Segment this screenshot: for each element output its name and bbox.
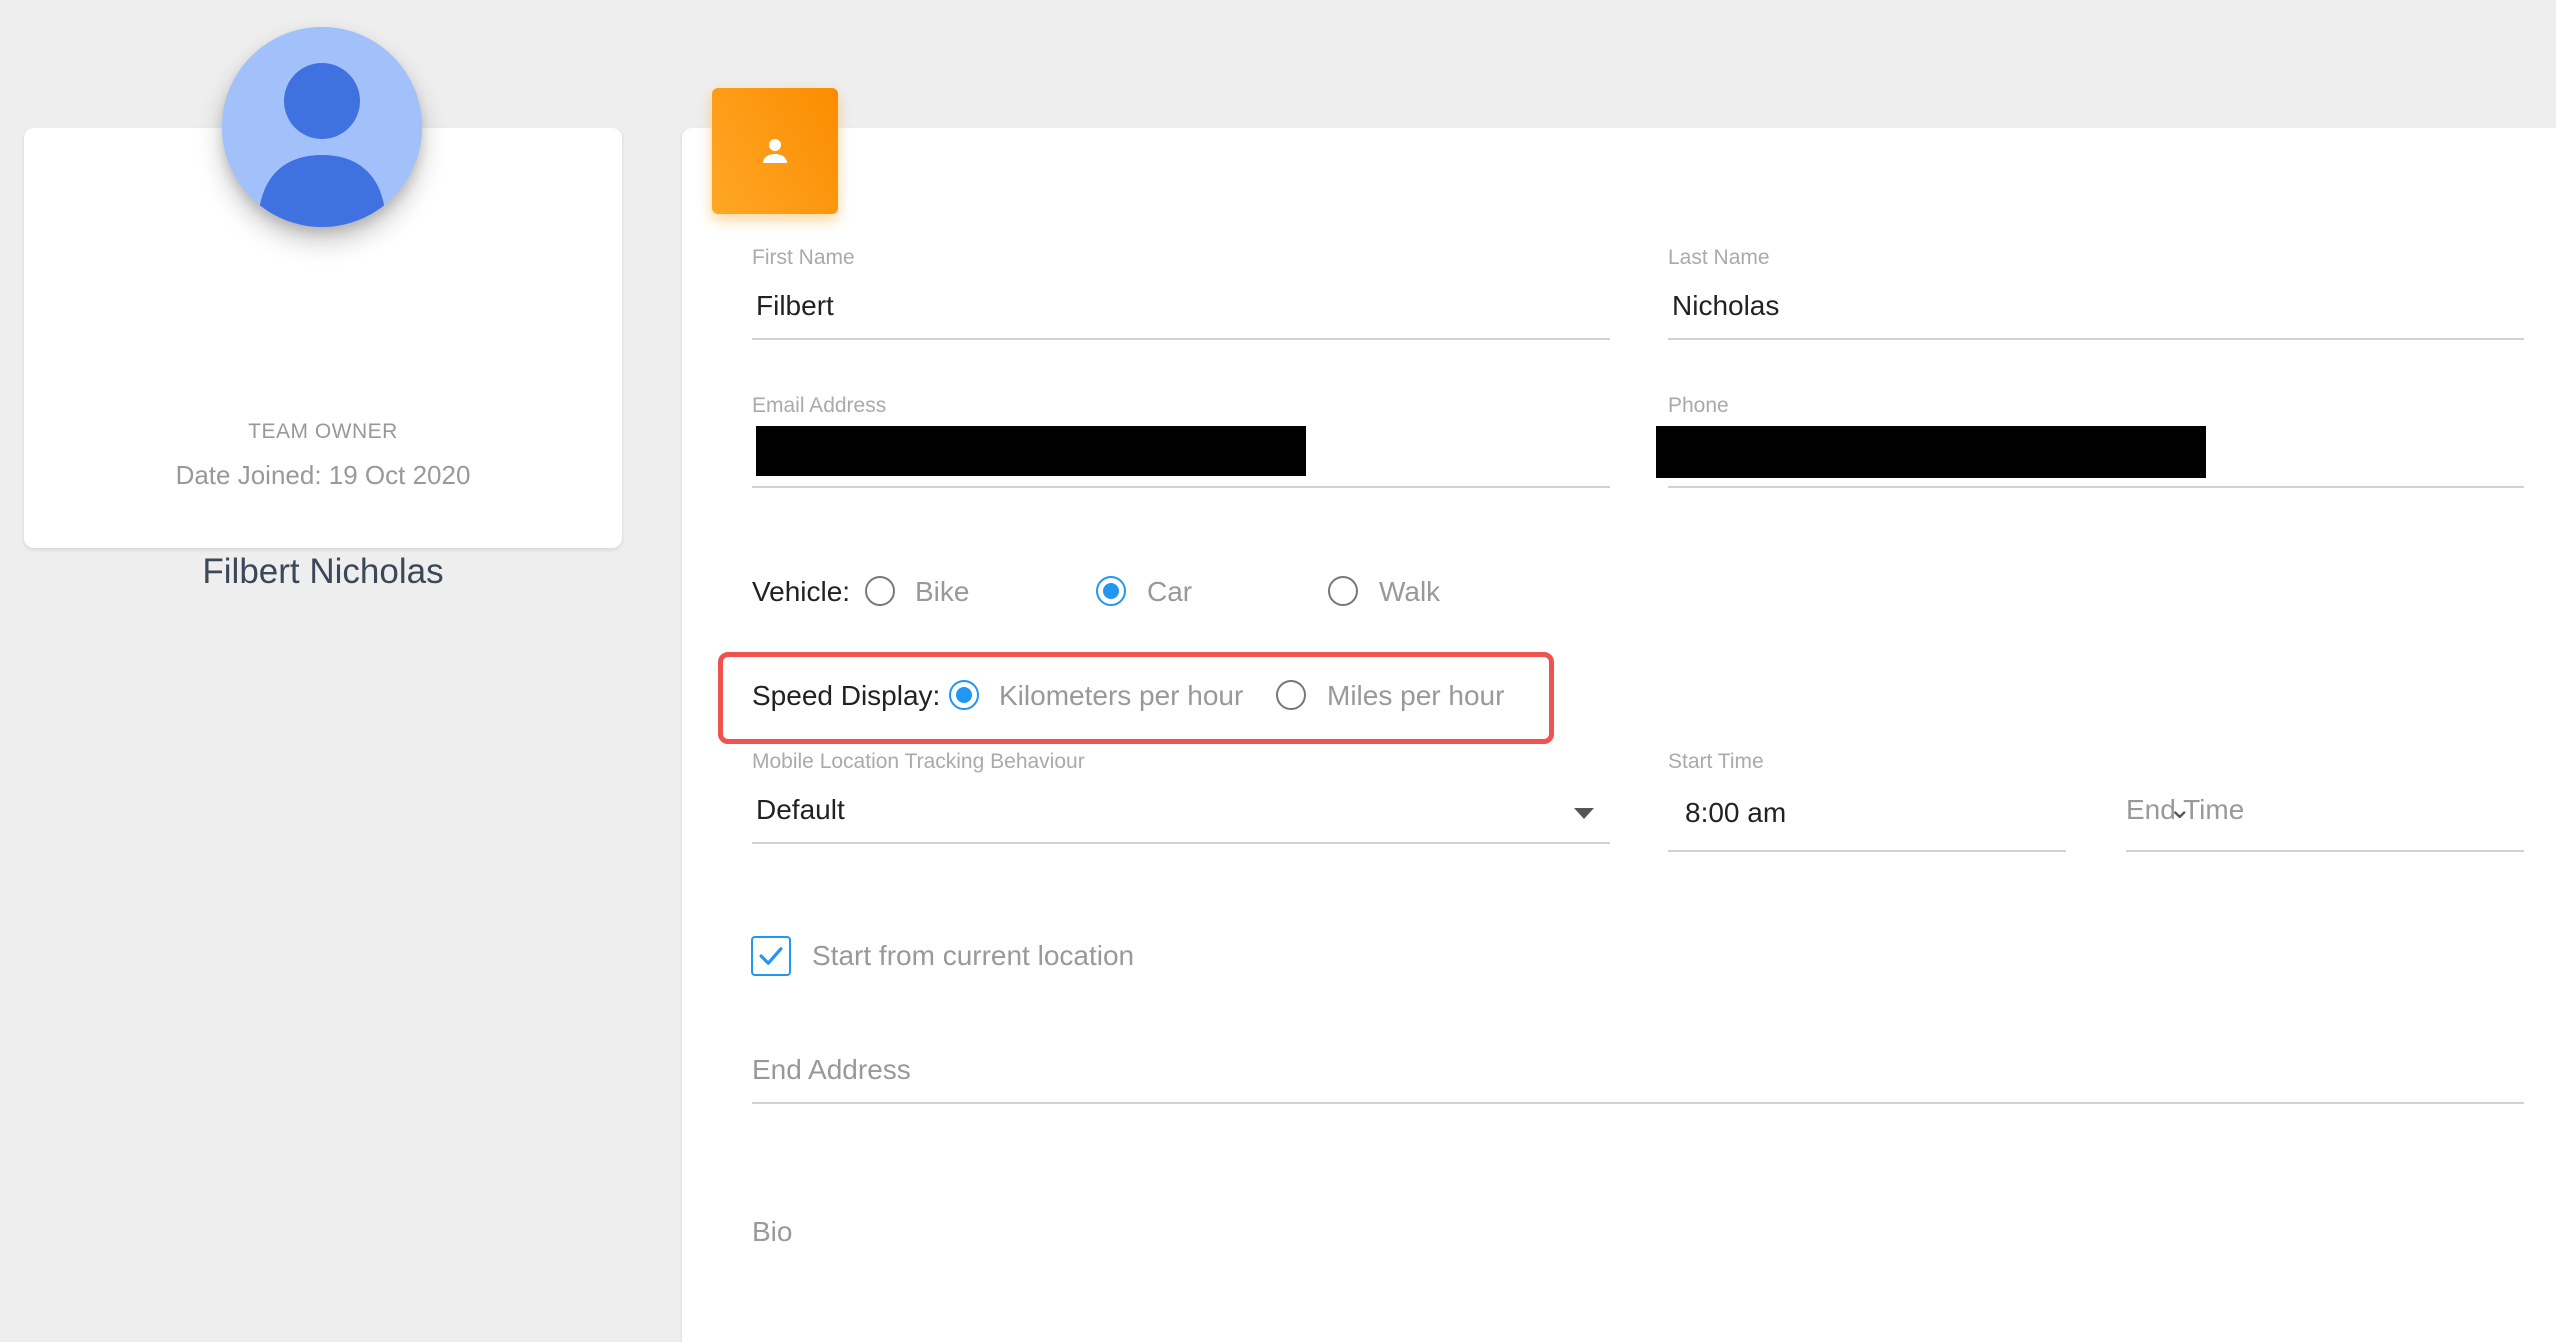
tracking-label: Mobile Location Tracking Behaviour xyxy=(752,750,1085,773)
start-time-input[interactable]: 8:00 am xyxy=(1685,797,1786,829)
vehicle-walk-radio[interactable] xyxy=(1328,576,1358,606)
end-address-input[interactable]: End Address xyxy=(752,1054,911,1086)
end-time-underline xyxy=(2126,850,2524,852)
vehicle-label: Vehicle: xyxy=(752,576,851,607)
first-name-input[interactable]: Filbert xyxy=(756,290,834,322)
first-name-underline xyxy=(752,338,1610,340)
speed-kmh-label[interactable]: Kilometers per hour xyxy=(999,680,1243,712)
phone-label: Phone xyxy=(1668,394,1729,417)
speed-kmh-radio[interactable] xyxy=(949,680,979,710)
phone-input[interactable] xyxy=(1656,426,2206,478)
phone-underline xyxy=(1668,486,2524,488)
email-label: Email Address xyxy=(752,394,887,417)
vehicle-car-radio[interactable] xyxy=(1096,576,1126,606)
tracking-select[interactable]: Default xyxy=(756,794,845,826)
person-icon xyxy=(712,88,838,214)
speed-display-label: Speed Display: xyxy=(752,680,941,711)
speed-mph-radio[interactable] xyxy=(1276,680,1306,710)
chevron-down-icon: ⌄ xyxy=(2168,793,2192,824)
profile-role: TEAM OWNER xyxy=(248,420,398,443)
vehicle-car-label[interactable]: Car xyxy=(1147,576,1192,608)
speed-mph-label[interactable]: Miles per hour xyxy=(1327,680,1504,712)
last-name-label: Last Name xyxy=(1668,246,1770,269)
bio-input[interactable]: Bio xyxy=(752,1216,792,1248)
email-input[interactable] xyxy=(756,426,1306,476)
profile-date-joined: Date Joined: 19 Oct 2020 xyxy=(175,460,471,490)
start-time-label: Start Time xyxy=(1668,750,1764,773)
dropdown-arrow-icon[interactable] xyxy=(1574,808,1594,819)
tracking-underline xyxy=(752,842,1610,844)
last-name-underline xyxy=(1668,338,2524,340)
start-from-current-label[interactable]: Start from current location xyxy=(812,940,1134,972)
start-time-underline xyxy=(1668,850,2066,852)
start-from-current-checkbox[interactable] xyxy=(751,936,791,976)
email-underline xyxy=(752,486,1610,488)
end-address-underline xyxy=(752,1102,2524,1104)
last-name-input[interactable]: Nicholas xyxy=(1672,290,1779,322)
profile-name: Filbert Nicholas xyxy=(202,552,444,591)
first-name-label: First Name xyxy=(752,246,855,269)
user-avatar-icon[interactable] xyxy=(222,27,422,227)
vehicle-bike-label[interactable]: Bike xyxy=(915,576,969,608)
vehicle-walk-label[interactable]: Walk xyxy=(1379,576,1440,608)
vehicle-bike-radio[interactable] xyxy=(865,576,895,606)
